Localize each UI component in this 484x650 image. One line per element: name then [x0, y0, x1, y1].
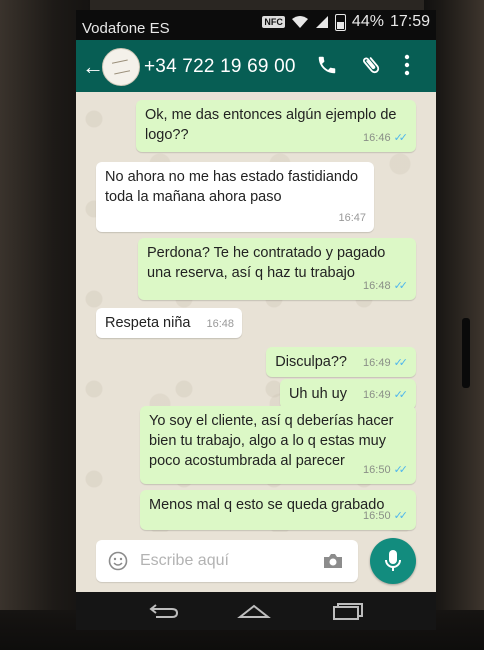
message-meta: 16:49 ✓✓: [363, 385, 408, 405]
message-bubble-incoming[interactable]: Respeta niña 16:48: [96, 308, 243, 338]
message-bubble-incoming[interactable]: No ahora no me has estado fastidiando to…: [96, 162, 374, 232]
read-ticks-icon: ✓✓: [393, 280, 409, 292]
message-time: 16:46: [363, 132, 391, 144]
emoji-icon[interactable]: [108, 551, 128, 571]
contact-name[interactable]: +34 722 19 69 00: [144, 56, 296, 78]
message-bubble-outgoing[interactable]: Ok, me das entonces algún ejemplo de log…: [136, 100, 416, 152]
phone-side-button: [462, 318, 470, 388]
wifi-icon: [291, 16, 308, 28]
read-ticks-icon: ✓✓: [393, 510, 409, 522]
nfc-icon: NFC: [262, 16, 285, 28]
message-time: 16:49: [363, 357, 391, 369]
message-text: Respeta niña: [105, 315, 191, 331]
message-bubble-outgoing[interactable]: Perdona? Te he contratado y pagado una r…: [138, 238, 416, 300]
message-meta: 16:47: [338, 208, 366, 228]
signal-icon: [315, 16, 328, 28]
chat-header: ← +34 722 19 69 00: [76, 40, 436, 92]
status-icons: NFC 44% 17:59: [262, 13, 430, 31]
message-time: 16:49: [363, 389, 391, 401]
message-meta: 16:48: [206, 314, 234, 334]
read-ticks-icon: ✓✓: [393, 357, 409, 369]
status-bar: Vodafone ES NFC 44% 17:59: [76, 10, 436, 40]
message-time: 16:48: [206, 318, 235, 330]
camera-icon[interactable]: [322, 552, 344, 570]
nav-back-icon[interactable]: [148, 602, 180, 620]
mic-icon: [385, 550, 401, 571]
message-bubble-outgoing[interactable]: Menos mal q esto se queda grabado 16:50 …: [140, 490, 416, 530]
message-meta: 16:50 ✓✓: [363, 506, 408, 526]
android-nav-bar: [76, 592, 436, 630]
clock: 17:59: [389, 13, 430, 30]
message-text: No ahora no me has estado fastidiando to…: [105, 169, 359, 205]
message-bubble-outgoing[interactable]: Disculpa?? 16:49 ✓✓: [266, 347, 416, 377]
composer-bar: Escribe aquí: [76, 532, 436, 592]
message-bubble-outgoing[interactable]: Yo soy el cliente, así q deberías hacer …: [140, 406, 416, 484]
read-ticks-icon: ✓✓: [393, 464, 409, 476]
carrier-label: Vodafone ES: [82, 20, 170, 37]
nav-home-icon[interactable]: [236, 602, 272, 620]
message-list[interactable]: Ok, me das entonces algún ejemplo de log…: [76, 92, 436, 532]
more-vert-icon[interactable]: [403, 54, 411, 76]
input-placeholder: Escribe aquí: [140, 552, 229, 569]
message-time: 16:47: [338, 212, 366, 224]
back-arrow-icon[interactable]: ←: [82, 54, 104, 80]
read-ticks-icon: ✓✓: [393, 132, 409, 144]
message-bubble-outgoing[interactable]: Uh uh uy 16:49 ✓✓: [279, 379, 416, 409]
message-text: Uh uh uy: [288, 386, 347, 402]
nav-recent-apps-icon[interactable]: [332, 602, 366, 620]
voice-message-button[interactable]: [370, 538, 416, 584]
message-text: Disculpa??: [275, 354, 347, 370]
battery-icon: [334, 13, 346, 31]
message-input[interactable]: Escribe aquí: [96, 540, 358, 582]
message-meta: 16:50 ✓✓: [363, 460, 408, 480]
message-meta: 16:49 ✓✓: [363, 353, 408, 373]
message-meta: 16:48 ✓✓: [363, 276, 408, 296]
battery-percent: 44%: [351, 13, 384, 30]
avatar[interactable]: [102, 48, 140, 86]
message-time: 16:50: [363, 464, 391, 476]
paperclip-icon[interactable]: [360, 54, 382, 76]
phone-call-icon[interactable]: [316, 54, 338, 76]
phone-screen: Vodafone ES NFC 44% 17:59 ← +34 722 19 6…: [76, 10, 436, 630]
read-ticks-icon: ✓✓: [393, 389, 409, 401]
message-time: 16:48: [363, 280, 391, 292]
message-time: 16:50: [363, 510, 391, 522]
message-meta: 16:46 ✓✓: [363, 128, 408, 148]
